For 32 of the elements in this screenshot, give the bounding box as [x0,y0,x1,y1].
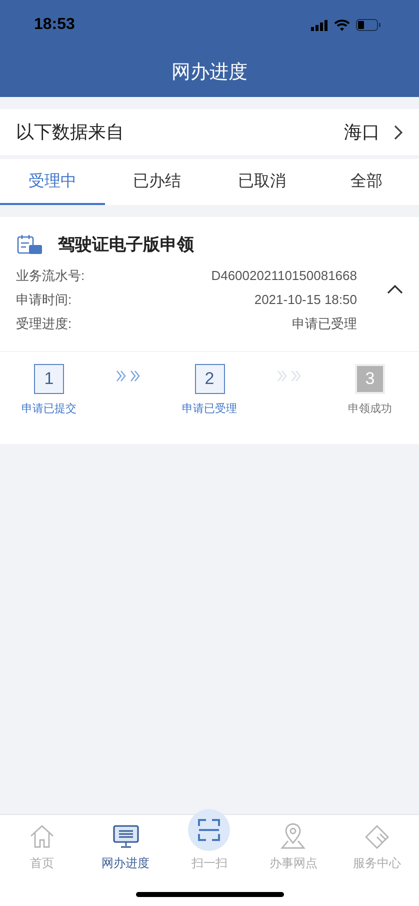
step-label: 申领成功 [348,402,392,416]
chevron-right-icon[interactable] [394,124,403,140]
field-value: 申请已受理 [292,315,357,333]
tab[interactable]: 已办结 [104,159,210,205]
field-value: 2021-10-15 18:50 [254,291,357,309]
field-label: 受理进度: [16,315,72,333]
status-time: 18:53 [34,16,75,34]
step-label: 申请已提交 [22,402,76,416]
source-label: 以下数据来自 [16,121,125,144]
step-number: 2 [194,364,224,394]
nav-item[interactable]: 网办进度 [84,823,168,872]
field-label: 申请时间: [16,291,72,309]
signal-icon [311,20,328,30]
step-number: 3 [355,364,385,394]
step-number: 1 [34,364,64,394]
record-title: 驾驶证电子版申领 [58,234,194,256]
step-label: 申请已受理 [182,402,237,416]
region-selector[interactable]: 海口 [344,120,380,144]
document-icon [17,234,44,256]
battery-icon [356,19,381,31]
field-label: 业务流水号: [16,267,85,285]
page-title: 网办进度 [170,61,248,85]
double-chevron-icon [276,370,303,382]
diamond-icon [363,823,392,851]
tab[interactable]: 全部 [314,159,419,205]
tab[interactable]: 已取消 [210,159,314,205]
field-value: D4600202110150081668 [211,267,357,285]
chevron-up-icon[interactable] [387,284,403,294]
map-pin-icon [279,823,308,851]
tab[interactable]: 受理中 [0,159,105,205]
double-chevron-icon [116,370,142,382]
wifi-icon [334,19,350,31]
